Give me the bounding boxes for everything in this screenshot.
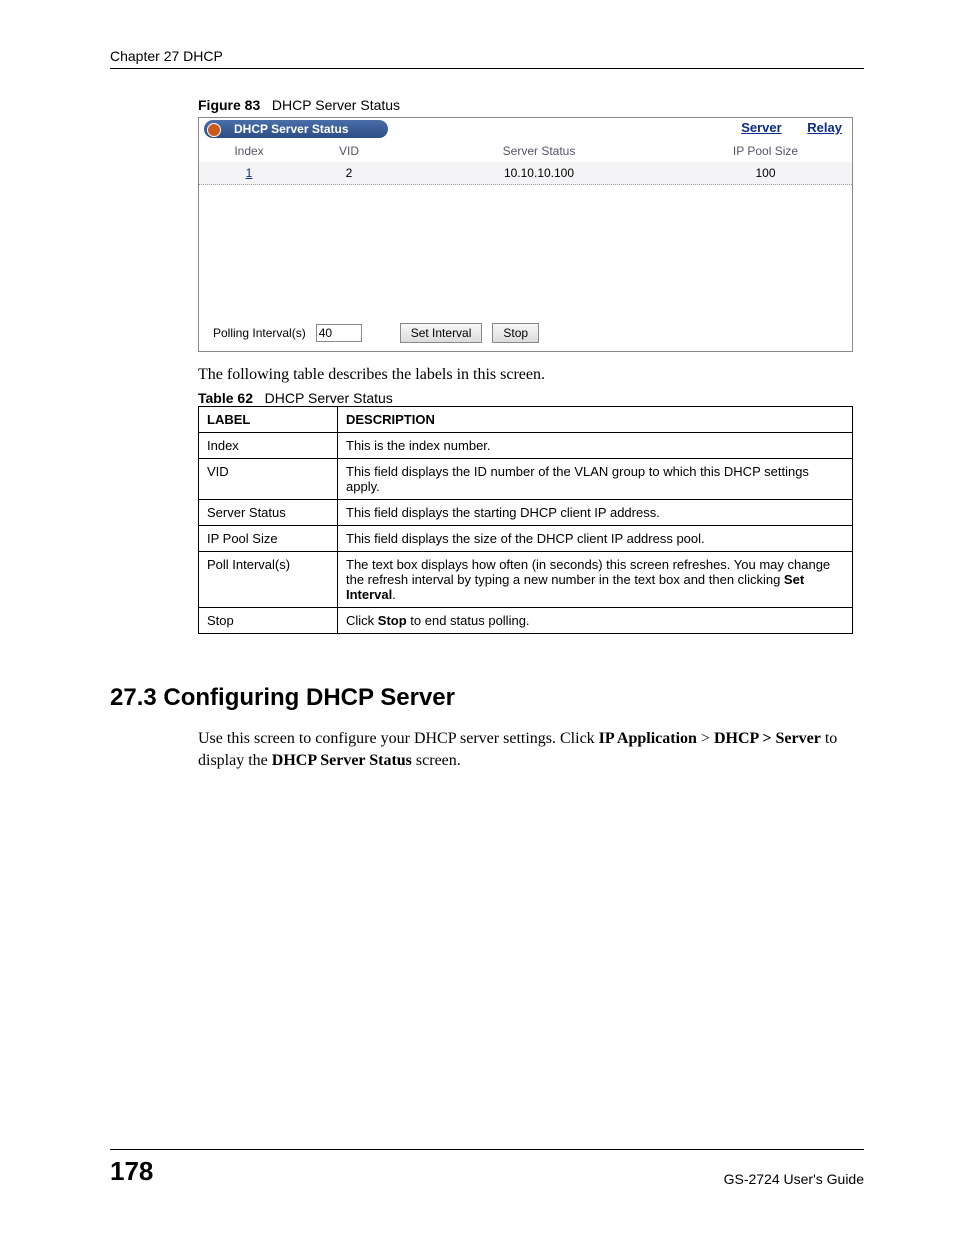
grid-header-row: Index VID Server Status IP Pool Size: [199, 140, 852, 162]
table-row: Index This is the index number.: [199, 433, 853, 459]
cell-desc: This field displays the starting DHCP cl…: [338, 500, 853, 526]
table-row: Server Status This field displays the st…: [199, 500, 853, 526]
section-paragraph: Use this screen to configure your DHCP s…: [198, 728, 864, 771]
table-row: Stop Click Stop to end status polling.: [199, 608, 853, 634]
cell-desc: The text box displays how often (in seco…: [338, 552, 853, 608]
table-label: Table 62: [198, 390, 253, 406]
set-interval-button[interactable]: Set Interval: [400, 323, 483, 343]
cell-vid: 2: [299, 166, 399, 180]
stop-button[interactable]: Stop: [492, 323, 539, 343]
table-intro-text: The following table describes the labels…: [198, 366, 864, 384]
cell-label: Index: [199, 433, 338, 459]
panel-tab-links: Server Relay: [719, 120, 842, 135]
table-row: IP Pool Size This field displays the siz…: [199, 526, 853, 552]
figure-panel: DHCP Server Status Server Relay Index VI…: [198, 117, 853, 352]
tab-server-link[interactable]: Server: [741, 120, 781, 135]
table-row: VID This field displays the ID number of…: [199, 459, 853, 500]
header-rule: [110, 68, 864, 69]
th-label: LABEL: [199, 407, 338, 433]
table-caption: Table 62 DHCP Server Status: [198, 390, 864, 406]
cell-pool: 100: [679, 166, 852, 180]
footer-rule: [110, 1149, 864, 1150]
polling-bar: Polling Interval(s) Set Interval Stop: [199, 315, 852, 351]
page-footer: 178 GS-2724 User's Guide: [110, 1149, 864, 1187]
cell-desc: This field displays the ID number of the…: [338, 459, 853, 500]
cell-desc: This field displays the size of the DHCP…: [338, 526, 853, 552]
figure-caption: Figure 83 DHCP Server Status: [198, 97, 864, 113]
cell-desc: Click Stop to end status polling.: [338, 608, 853, 634]
col-head-status: Server Status: [399, 144, 679, 158]
pill-dot-icon: [207, 123, 221, 137]
figure-label: Figure 83: [198, 97, 260, 113]
grid-empty-area: [199, 185, 852, 315]
table-header-row: LABEL DESCRIPTION: [199, 407, 853, 433]
col-head-vid: VID: [299, 144, 399, 158]
cell-label: Server Status: [199, 500, 338, 526]
th-description: DESCRIPTION: [338, 407, 853, 433]
cell-label: VID: [199, 459, 338, 500]
cell-label: Stop: [199, 608, 338, 634]
cell-label: IP Pool Size: [199, 526, 338, 552]
grid-data-row: 1 2 10.10.10.100 100: [199, 162, 852, 185]
page-number: 178: [110, 1156, 153, 1187]
figure-title: DHCP Server Status: [272, 97, 400, 113]
section-heading: 27.3 Configuring DHCP Server: [110, 684, 864, 712]
chapter-header: Chapter 27 DHCP: [110, 48, 864, 64]
table-row: Poll Interval(s) The text box displays h…: [199, 552, 853, 608]
col-head-index: Index: [199, 144, 299, 158]
polling-label: Polling Interval(s): [213, 326, 306, 340]
panel-header: DHCP Server Status Server Relay: [199, 118, 852, 140]
cell-desc: This is the index number.: [338, 433, 853, 459]
index-link[interactable]: 1: [246, 166, 253, 180]
description-table: LABEL DESCRIPTION Index This is the inde…: [198, 406, 853, 634]
panel-title-text: DHCP Server Status: [234, 122, 349, 136]
table-title: DHCP Server Status: [265, 390, 393, 406]
col-head-pool: IP Pool Size: [679, 144, 852, 158]
cell-status: 10.10.10.100: [399, 166, 679, 180]
tab-relay-link[interactable]: Relay: [807, 120, 842, 135]
panel-title-pill: DHCP Server Status: [204, 120, 388, 138]
cell-label: Poll Interval(s): [199, 552, 338, 608]
guide-title: GS-2724 User's Guide: [724, 1171, 864, 1187]
polling-interval-input[interactable]: [316, 324, 362, 342]
